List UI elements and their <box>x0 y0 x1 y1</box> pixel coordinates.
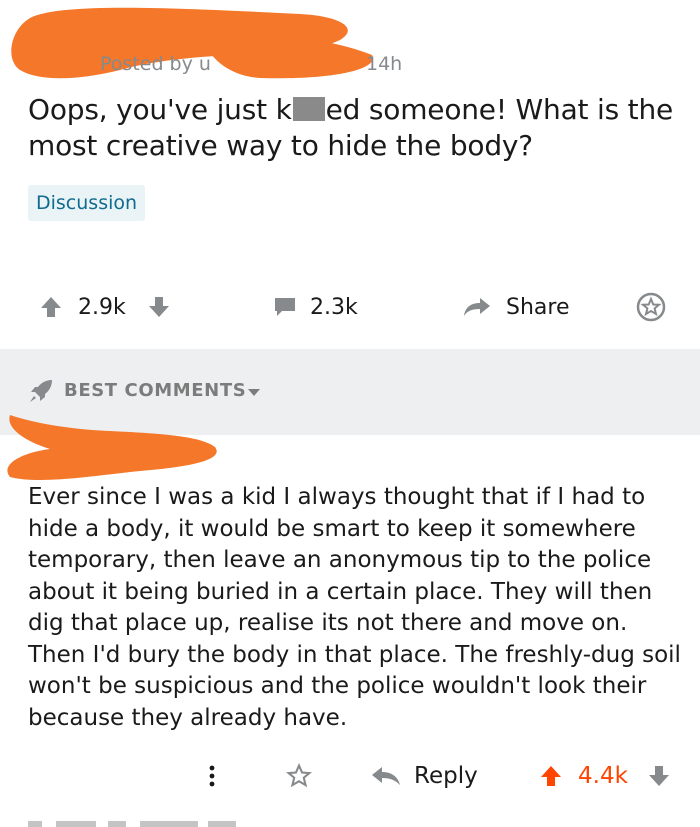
next-comment-header-cutoff <box>28 812 248 827</box>
comment-save-button[interactable] <box>286 750 312 802</box>
arrow-up-icon <box>541 766 561 786</box>
comment-reply-label[interactable]: Reply <box>414 750 478 802</box>
redaction-scribble <box>11 7 373 79</box>
upvote-count: 2.9k <box>78 294 126 320</box>
post-author-prefix: Posted by u <box>100 53 211 75</box>
upvote-button[interactable] <box>40 282 62 332</box>
reply-arrow-icon <box>372 767 400 785</box>
more-vertical-icon <box>209 765 215 787</box>
caret-down-icon <box>248 389 260 396</box>
comment-score: 4.4k <box>578 763 628 789</box>
comment-reply-button[interactable] <box>370 750 402 802</box>
redacted-letters <box>292 97 325 121</box>
share-arrow-icon <box>464 298 490 316</box>
comment-bubble-icon <box>275 298 295 316</box>
comments-count: 2.3k <box>310 294 358 320</box>
comment-actions-bar: Reply 4.4k <box>0 750 700 802</box>
arrow-down-icon <box>149 297 169 317</box>
post-title-part1: Oops, you've just k <box>28 93 292 126</box>
comment-body: Ever since I was a kid I always thought … <box>28 484 681 731</box>
share-button[interactable] <box>462 282 492 332</box>
post-flair[interactable]: Discussion <box>28 185 146 221</box>
star-icon <box>636 292 666 322</box>
star-icon <box>286 763 312 788</box>
post-actions-bar: 2.9k 2.3k Share <box>0 282 700 332</box>
cutoff-text-glyphs <box>28 821 236 827</box>
comment-author-redaction <box>7 415 217 481</box>
comment-sort-label: BEST COMMENTS <box>64 380 247 401</box>
comment-more-button[interactable] <box>208 750 216 802</box>
comments-button[interactable] <box>272 282 298 332</box>
comment-upvote-button[interactable] <box>540 750 562 802</box>
post-age: 14h <box>366 53 403 75</box>
post-title[interactable]: Oops, you've just k ed someone! What is t… <box>28 92 678 164</box>
save-button[interactable] <box>636 282 666 332</box>
downvote-button[interactable] <box>148 282 170 332</box>
comment-downvote-button[interactable] <box>648 750 670 802</box>
post-header: Posted by u 14h <box>0 0 700 90</box>
arrow-down-icon <box>649 766 669 786</box>
arrow-up-icon <box>41 297 61 317</box>
rocket-icon <box>30 380 52 402</box>
share-label[interactable]: Share <box>506 282 570 332</box>
